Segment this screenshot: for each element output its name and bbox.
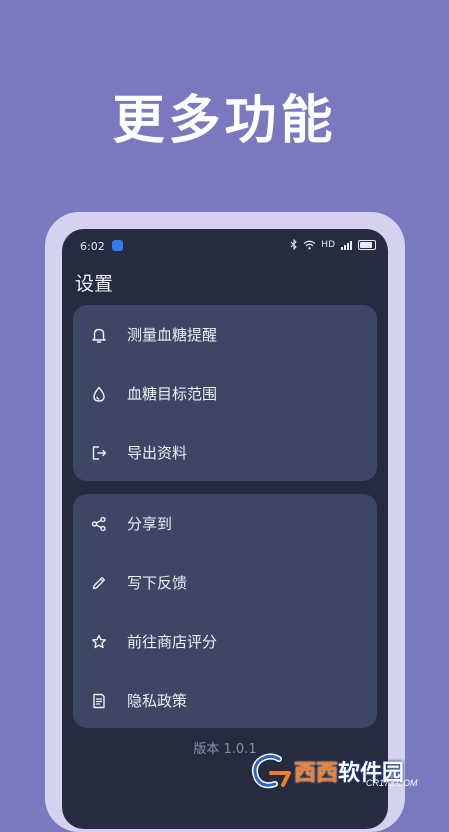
watermark-site: CR173.COM bbox=[366, 778, 418, 788]
share-label: 分享到 bbox=[127, 515, 173, 533]
reminder-item[interactable]: 测量血糖提醒 bbox=[73, 305, 377, 364]
bell-icon bbox=[90, 326, 108, 344]
share-icon bbox=[90, 515, 108, 533]
export-item[interactable]: 导出资料 bbox=[73, 423, 377, 482]
privacy-label: 隐私政策 bbox=[127, 692, 188, 710]
status-time: 6:02 bbox=[80, 240, 105, 253]
reminder-label: 测量血糖提醒 bbox=[127, 326, 218, 344]
target-range-item[interactable]: 血糖目标范围 bbox=[73, 364, 377, 423]
notification-icon bbox=[112, 240, 123, 251]
phone-screen: 6:02 HD 设置 测量血糖提醒 血糖目标范围 导出资料 分享到 写下反馈 前… bbox=[62, 229, 388, 829]
export-label: 导出资料 bbox=[127, 444, 188, 462]
watermark-logo-icon bbox=[248, 750, 294, 792]
star-icon bbox=[90, 633, 108, 651]
feedback-label: 写下反馈 bbox=[127, 574, 188, 592]
target-range-label: 血糖目标范围 bbox=[127, 385, 218, 403]
share-item[interactable]: 分享到 bbox=[73, 494, 377, 553]
privacy-item[interactable]: 隐私政策 bbox=[73, 671, 377, 730]
settings-group-1: 测量血糖提醒 血糖目标范围 导出资料 bbox=[73, 305, 377, 481]
watermark-brand-part1: 西西 bbox=[294, 761, 339, 786]
battery-icon bbox=[358, 239, 376, 250]
page-title: 设置 bbox=[75, 273, 114, 295]
watermark: 西西软件园 CR173.COM bbox=[248, 748, 434, 794]
promo-headline: 更多功能 bbox=[112, 91, 337, 151]
network-type-label: HD bbox=[321, 239, 335, 250]
bluetooth-icon bbox=[290, 239, 298, 250]
rate-item[interactable]: 前往商店评分 bbox=[73, 612, 377, 671]
status-bar: 6:02 HD bbox=[62, 229, 388, 265]
status-icons: HD bbox=[290, 239, 376, 250]
export-icon bbox=[90, 444, 108, 462]
rate-label: 前往商店评分 bbox=[127, 633, 218, 651]
pencil-icon bbox=[90, 574, 108, 592]
feedback-item[interactable]: 写下反馈 bbox=[73, 553, 377, 612]
document-icon bbox=[90, 692, 108, 710]
signal-icon bbox=[340, 240, 353, 250]
droplet-icon bbox=[90, 385, 108, 403]
wifi-icon bbox=[303, 240, 316, 250]
settings-group-2: 分享到 写下反馈 前往商店评分 隐私政策 bbox=[73, 494, 377, 728]
